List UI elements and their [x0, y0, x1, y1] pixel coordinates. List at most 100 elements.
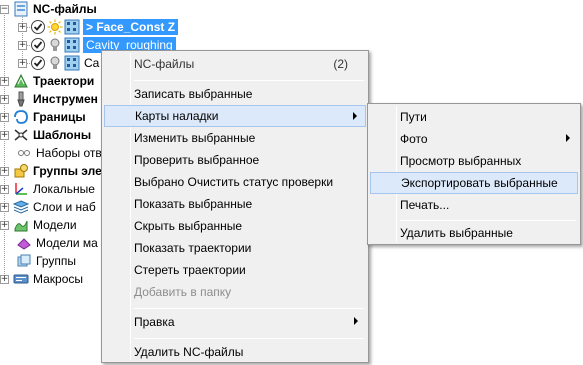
menu-item-label: Записать выбранные: [134, 87, 253, 101]
sun-icon: [47, 19, 63, 35]
tree-item-hole-sets[interactable]: Наборы отв: [16, 144, 102, 162]
submenu-item-print[interactable]: Печать...: [370, 194, 578, 216]
menu-header-label: NC-файлы: [134, 57, 195, 71]
menu-item-label: Правка: [134, 315, 175, 329]
submenu-item-export-selected[interactable]: Экспортировать выбранные: [370, 172, 578, 194]
tree-label: Наборы отв: [36, 146, 102, 160]
tree-item-templates[interactable]: + Шаблоны: [0, 126, 91, 144]
tree-item-tools[interactable]: + Инструмен: [0, 90, 98, 108]
expand-toggle[interactable]: +: [0, 274, 9, 284]
expand-toggle[interactable]: +: [0, 94, 9, 104]
expand-toggle[interactable]: +: [18, 40, 27, 50]
menu-item-add-to-folder: Добавить в папку: [104, 281, 366, 303]
stock-model-icon: [16, 235, 32, 251]
feature-group-icon: [13, 163, 29, 179]
tree-label: Слои и наб: [33, 200, 96, 214]
expand-toggle[interactable]: +: [18, 58, 27, 68]
menu-item-label: Удалить NC-файлы: [134, 345, 244, 359]
menu-item-write-selected[interactable]: Записать выбранные: [104, 83, 366, 105]
tree-label: Инструмен: [33, 92, 98, 106]
tree-label: Границы: [33, 110, 86, 124]
submenu-item-preview-selected[interactable]: Просмотр выбранных: [370, 150, 578, 172]
menu-item-delete-nc-files[interactable]: Удалить NC-файлы: [104, 341, 366, 363]
expand-toggle[interactable]: +: [0, 112, 9, 122]
menu-item-setup-sheets[interactable]: Карты наладки: [104, 105, 366, 127]
submenu-item-paths[interactable]: Пути: [370, 106, 578, 128]
submenu-item-photo[interactable]: Фото: [370, 128, 578, 150]
collapse-toggle[interactable]: −: [0, 4, 9, 14]
menu-item-label: Фото: [400, 132, 428, 146]
layers-icon: [12, 199, 30, 215]
menu-item-label: Выбрано Очистить статус проверки: [134, 175, 334, 189]
nc-files-icon: [13, 1, 29, 17]
expand-toggle[interactable]: +: [0, 202, 9, 212]
tree-label: Локальные: [33, 182, 95, 196]
tree-item-local[interactable]: + Локальные: [0, 180, 95, 198]
menu-item-label: Просмотр выбранных: [400, 154, 522, 168]
tree-item-toolpaths[interactable]: + Траектори: [0, 72, 94, 90]
nc-program-icon: [64, 55, 80, 71]
submenu-arrow-icon: [354, 317, 358, 325]
submenu-arrow-icon: [566, 134, 570, 142]
menu-item-label: Изменить выбранные: [134, 131, 256, 145]
selection-count: (2): [333, 57, 348, 71]
menu-item-label: Печать...: [400, 198, 450, 212]
tree-item-macros[interactable]: + Макросы: [0, 270, 83, 288]
context-menu: NC-файлы (2) Записать выбранные Карты на…: [101, 50, 369, 363]
menu-item-show-toolpaths[interactable]: Показать траектории: [104, 237, 366, 259]
tree-item-stock-models[interactable]: Модели ма: [16, 234, 98, 252]
checkmark-icon: [30, 55, 46, 71]
menu-item-label: Показать траектории: [134, 241, 252, 255]
macro-icon: [13, 271, 29, 287]
expand-toggle[interactable]: +: [0, 130, 9, 140]
menu-item-label: Экспортировать выбранные: [401, 176, 558, 190]
checkmark-icon: [30, 19, 46, 35]
group-icon: [16, 253, 32, 269]
menu-item-label: Добавить в папку: [134, 285, 232, 299]
expand-toggle[interactable]: +: [18, 22, 27, 32]
menu-item-show-selected[interactable]: Показать выбранные: [104, 193, 366, 215]
tree-label: Группы: [36, 254, 76, 268]
menu-item-label: Скрыть выбранные: [134, 219, 243, 233]
menu-item-hide-selected[interactable]: Скрыть выбранные: [104, 215, 366, 237]
menu-item-edit[interactable]: Правка: [104, 311, 366, 333]
tool-icon: [13, 91, 29, 107]
menu-item-label: Удалить выбранные: [400, 226, 513, 240]
menu-item-erase-toolpaths[interactable]: Стереть траектории: [104, 259, 366, 281]
checkmark-icon: [30, 37, 46, 53]
menu-item-verify-selected[interactable]: Проверить выбранное: [104, 149, 366, 171]
submenu-arrow-icon: [353, 112, 357, 120]
expand-toggle[interactable]: +: [0, 76, 9, 86]
setup-sheets-submenu: Пути Фото Просмотр выбранных Экспортиров…: [367, 103, 581, 245]
toolpath-icon: [13, 73, 29, 89]
tree-item-models[interactable]: + Модели: [0, 216, 77, 234]
tree-item-ca[interactable]: + Ca: [18, 54, 99, 72]
menu-item-label: Показать выбранные: [134, 197, 253, 211]
hole-set-icon: [16, 145, 32, 161]
boundary-icon: [13, 109, 29, 125]
lightbulb-icon: [47, 37, 63, 53]
tree-item-nc-files[interactable]: − NC-файлы: [0, 0, 97, 18]
expand-toggle[interactable]: +: [0, 184, 9, 194]
tree-label: NC-файлы: [33, 2, 97, 16]
menu-item-edit-selected[interactable]: Изменить выбранные: [104, 127, 366, 149]
menu-item-clear-verify-status[interactable]: Выбрано Очистить статус проверки: [104, 171, 366, 193]
tree-item-face-const-z[interactable]: + > Face_Const Z: [18, 18, 179, 36]
tree-item-boundaries[interactable]: + Границы: [0, 108, 86, 126]
model-icon: [13, 217, 29, 233]
menu-item-label: Проверить выбранное: [134, 153, 260, 167]
expand-toggle[interactable]: +: [0, 166, 9, 176]
menu-item-label: Карты наладки: [135, 109, 219, 123]
tree-item-groups[interactable]: Группы: [16, 252, 76, 270]
tree-label: > Face_Const Z: [83, 19, 179, 35]
local-workplane-icon: [13, 181, 29, 197]
tree-item-layers[interactable]: + Слои и наб: [0, 198, 96, 216]
menu-header: NC-файлы (2): [104, 53, 366, 75]
menu-item-label: Стереть траектории: [134, 263, 246, 277]
tree-item-feature-groups[interactable]: + Группы эле: [0, 162, 102, 180]
lightbulb-icon: [47, 55, 63, 71]
tree-label: Ca: [84, 56, 100, 70]
submenu-item-delete-selected[interactable]: Удалить выбранные: [370, 222, 578, 244]
expand-toggle[interactable]: +: [0, 220, 9, 230]
tree-label: Макросы: [33, 272, 84, 286]
